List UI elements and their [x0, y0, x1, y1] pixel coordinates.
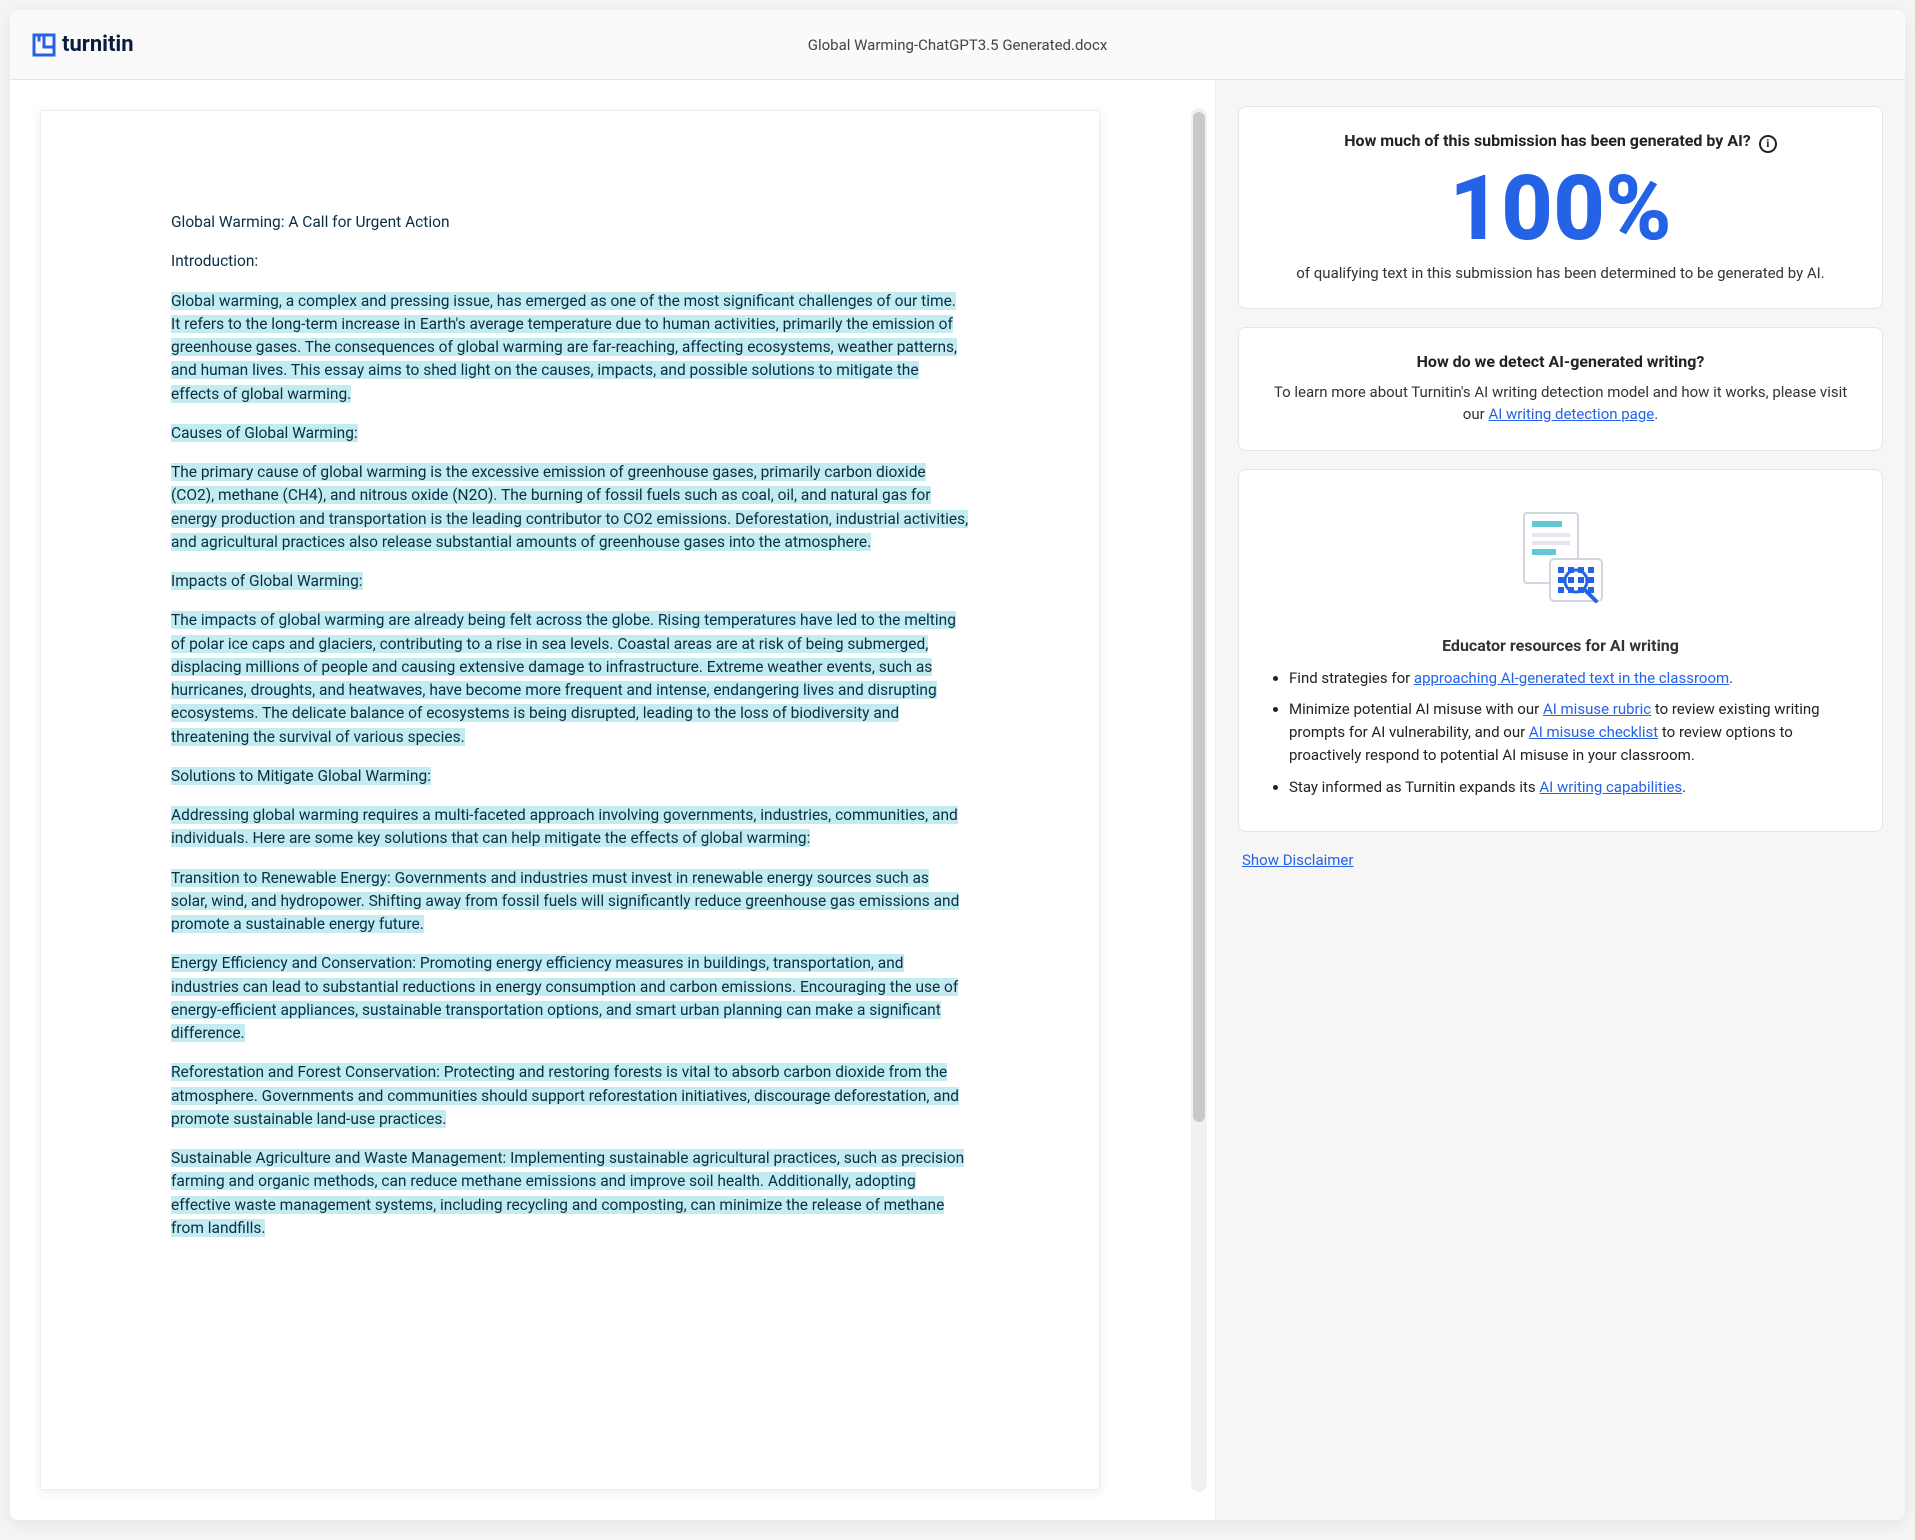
scrollbar-thumb[interactable] — [1193, 112, 1205, 1122]
detect-info-body: To learn more about Turnitin's AI writin… — [1267, 381, 1854, 426]
resources-illustration — [1267, 494, 1854, 624]
ai-detection-page-link[interactable]: AI writing detection page — [1488, 405, 1654, 423]
doc-paragraph: Reforestation and Forest Conservation: P… — [171, 1063, 959, 1128]
solutions-heading: Solutions to Mitigate Global Warming: — [171, 767, 431, 785]
text: Stay informed as Turnitin expands its — [1289, 778, 1539, 796]
doc-paragraph: Transition to Renewable Energy: Governme… — [171, 869, 959, 934]
impacts-heading: Impacts of Global Warming: — [171, 572, 363, 590]
approaching-ai-text-link[interactable]: approaching AI-generated text in the cla… — [1414, 669, 1729, 687]
list-item: Stay informed as Turnitin expands its AI… — [1289, 776, 1854, 799]
ai-score-card: How much of this submission has been gen… — [1238, 106, 1883, 309]
educator-resources-card: Educator resources for AI writing Find s… — [1238, 469, 1883, 832]
ai-misuse-rubric-link[interactable]: AI misuse rubric — [1543, 700, 1651, 718]
info-icon[interactable]: i — [1759, 135, 1777, 153]
document-page: Global Warming: A Call for Urgent Action… — [40, 110, 1100, 1490]
intro-heading: Introduction: — [171, 250, 969, 273]
ai-misuse-checklist-link[interactable]: AI misuse checklist — [1529, 723, 1658, 741]
resources-list: Find strategies for approaching AI-gener… — [1267, 667, 1854, 799]
text: . — [1729, 669, 1733, 687]
resources-title: Educator resources for AI writing — [1267, 636, 1854, 655]
doc-title: Global Warming: A Call for Urgent Action — [171, 211, 969, 234]
doc-paragraph: The primary cause of global warming is t… — [171, 463, 968, 551]
ai-score-title: How much of this submission has been gen… — [1344, 131, 1750, 150]
ai-detection-sidebar: How much of this submission has been gen… — [1215, 80, 1905, 1520]
causes-heading: Causes of Global Warming: — [171, 424, 358, 442]
detect-info-card: How do we detect AI-generated writing? T… — [1238, 327, 1883, 451]
ai-score-subtext: of qualifying text in this submission ha… — [1267, 263, 1854, 284]
list-item: Minimize potential AI misuse with our AI… — [1289, 698, 1854, 768]
doc-paragraph: The impacts of global warming are alread… — [171, 611, 956, 745]
disclaimer-row: Show Disclaimer — [1242, 850, 1879, 869]
doc-paragraph: Energy Efficiency and Conservation: Prom… — [171, 954, 958, 1042]
detect-body-suffix: . — [1654, 405, 1658, 423]
scrollbar[interactable] — [1191, 108, 1207, 1492]
document-scan-icon — [1506, 509, 1616, 609]
text: Minimize potential AI misuse with our — [1289, 700, 1543, 718]
list-item: Find strategies for approaching AI-gener… — [1289, 667, 1854, 690]
text: Find strategies for — [1289, 669, 1414, 687]
doc-paragraph: Global warming, a complex and pressing i… — [171, 292, 957, 403]
show-disclaimer-link[interactable]: Show Disclaimer — [1242, 851, 1353, 869]
text: . — [1682, 778, 1686, 796]
document-filename: Global Warming-ChatGPT3.5 Generated.docx — [808, 36, 1108, 54]
app-header: turnitin Global Warming-ChatGPT3.5 Gener… — [10, 10, 1905, 80]
detect-info-title: How do we detect AI-generated writing? — [1267, 352, 1854, 371]
brand-name: turnitin — [62, 32, 134, 57]
ai-writing-capabilities-link[interactable]: AI writing capabilities — [1539, 778, 1682, 796]
turnitin-icon — [32, 33, 56, 57]
ai-score-value: 100% — [1267, 162, 1854, 257]
doc-paragraph: Sustainable Agriculture and Waste Manage… — [171, 1149, 964, 1237]
brand-logo: turnitin — [32, 32, 134, 57]
doc-paragraph: Addressing global warming requires a mul… — [171, 806, 958, 847]
document-pane: Global Warming: A Call for Urgent Action… — [10, 80, 1215, 1520]
